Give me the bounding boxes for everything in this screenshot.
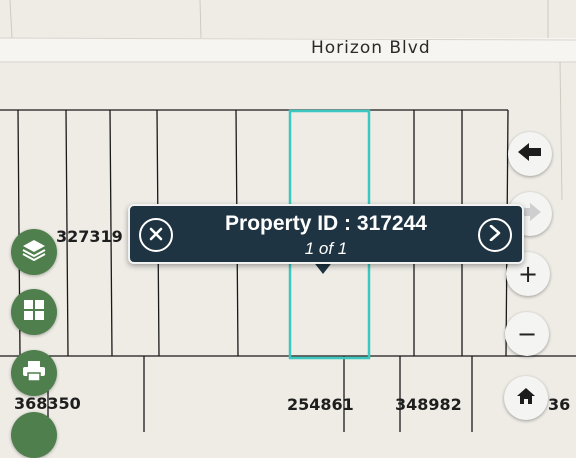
basemap-button[interactable] (11, 289, 57, 335)
close-x-icon (149, 224, 163, 246)
parcel-label: 327319 (56, 227, 123, 246)
street-label: Horizon Blvd (311, 38, 431, 58)
popup-title: Property ID : 317244 (225, 212, 427, 235)
arrow-left-icon (518, 142, 542, 166)
toolbar-more-button[interactable] (11, 412, 57, 458)
layers-icon (22, 239, 46, 265)
home-button[interactable] (504, 376, 548, 420)
back-button[interactable] (508, 132, 552, 176)
parcel-label: 36 (548, 395, 571, 414)
road-horizon-blvd (0, 38, 576, 62)
chevron-right-icon (489, 224, 501, 246)
basemap-grid-icon (23, 299, 45, 325)
home-icon (517, 388, 535, 408)
parcel-label: 348982 (395, 395, 462, 414)
print-icon (22, 360, 46, 386)
property-popup: Property ID : 317244 1 of 1 (128, 204, 524, 264)
popup-next-button[interactable] (478, 218, 512, 252)
parcel-label: 254861 (287, 395, 354, 414)
popup-feature-count: 1 of 1 (304, 239, 348, 258)
zoom-out-button[interactable]: − (505, 312, 549, 356)
print-button[interactable] (11, 350, 57, 396)
popup-close-button[interactable] (139, 218, 173, 252)
parcel-label: 368350 (14, 394, 81, 413)
layers-button[interactable] (11, 229, 57, 275)
